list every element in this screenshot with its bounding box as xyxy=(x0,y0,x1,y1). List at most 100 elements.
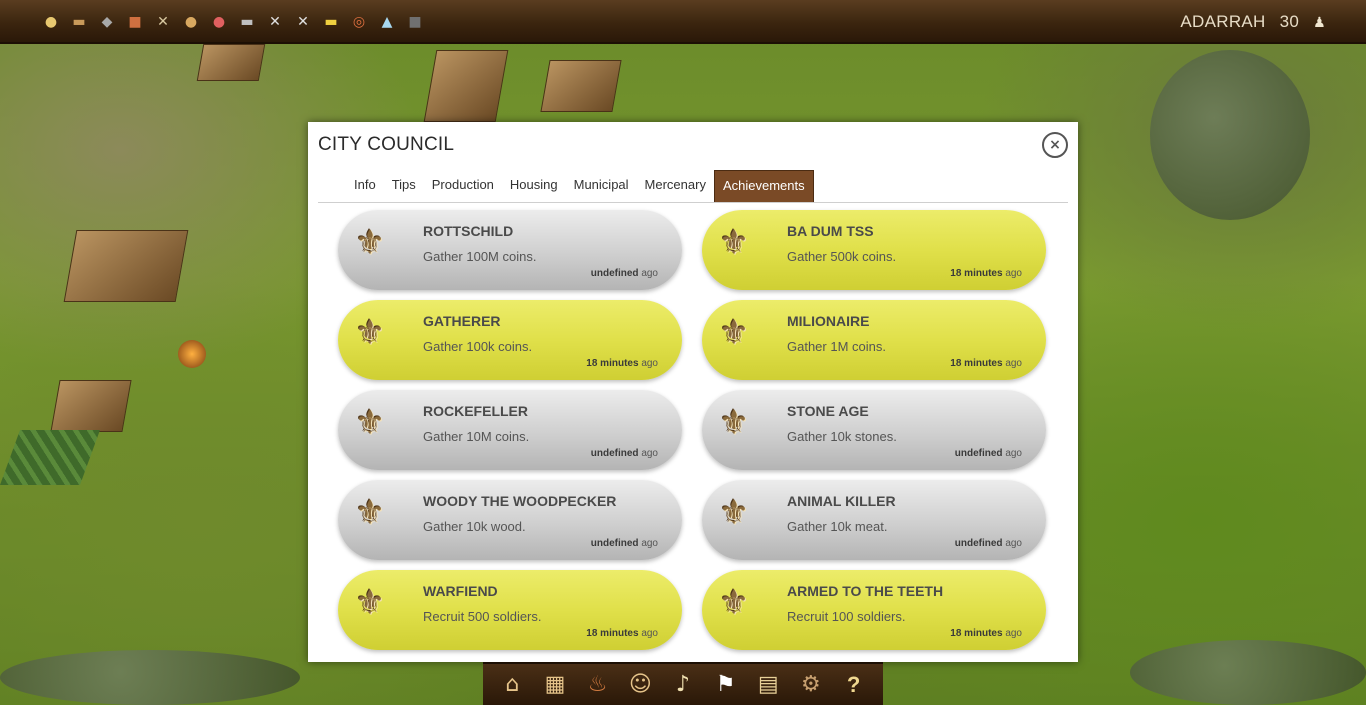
achievement-desc: Recruit 500 soldiers. xyxy=(423,609,542,624)
achievement-title: WARFIEND xyxy=(423,583,498,599)
crates-icon[interactable]: ▦ xyxy=(538,668,572,702)
achievement-time: 18 minutes ago xyxy=(950,628,1022,639)
fleur-de-lis-icon: ⚜ xyxy=(354,403,386,443)
resource-bar: ● ▬ ◆ ■ ✕ ● ● ▬ ✕ ✕ ▬ ◎ ▲ ■ xyxy=(40,11,426,33)
achievement-title: ARMED TO THE TEETH xyxy=(787,583,944,599)
achievement-card[interactable]: ⚜ GATHERER Gather 100k coins. 18 minutes… xyxy=(338,300,682,380)
bottom-toolbar: ⌂ ▦ ♨ ☺ ♪ ⚑ ▤ ⚙ ? xyxy=(483,662,883,705)
close-icon[interactable]: × xyxy=(1042,132,1068,158)
fleur-de-lis-icon: ⚜ xyxy=(718,313,750,353)
achievement-time: 18 minutes ago xyxy=(950,268,1022,279)
tab-housing[interactable]: Housing xyxy=(502,170,566,202)
top-bar: ● ▬ ◆ ■ ✕ ● ● ▬ ✕ ✕ ▬ ◎ ▲ ■ ADARRAH 30 ♟ xyxy=(0,0,1366,44)
tab-mercenary[interactable]: Mercenary xyxy=(637,170,714,202)
building xyxy=(50,380,132,432)
fleur-de-lis-icon: ⚜ xyxy=(354,583,386,623)
bread-icon[interactable]: ● xyxy=(180,11,202,33)
crop-field xyxy=(0,430,101,485)
achievement-card[interactable]: ⚜ ROCKEFELLER Gather 10M coins. undefine… xyxy=(338,390,682,470)
achievement-time: undefined ago xyxy=(590,268,658,279)
city-council-dialog: CITY COUNCIL × Info Tips Production Hous… xyxy=(308,122,1078,662)
fleur-de-lis-icon: ⚜ xyxy=(354,313,386,353)
gold-bar-icon[interactable]: ▬ xyxy=(320,11,342,33)
achievement-title: GATHERER xyxy=(423,313,501,329)
iron-bar-icon[interactable]: ▬ xyxy=(236,11,258,33)
swords-icon[interactable]: ✕ xyxy=(264,11,286,33)
coal-icon[interactable]: ■ xyxy=(404,11,426,33)
fleur-de-lis-icon: ⚜ xyxy=(354,223,386,263)
tab-municipal[interactable]: Municipal xyxy=(566,170,637,202)
achievement-time: undefined ago xyxy=(954,448,1022,459)
meat-icon[interactable]: ● xyxy=(208,11,230,33)
help-icon[interactable]: ? xyxy=(837,668,871,702)
tree-cluster xyxy=(1130,640,1366,705)
achievement-title: ROCKEFELLER xyxy=(423,403,528,419)
gold-coins-icon[interactable]: ● xyxy=(40,11,62,33)
building xyxy=(196,44,266,81)
achievement-title: ANIMAL KILLER xyxy=(787,493,896,509)
achievement-desc: Recruit 100 soldiers. xyxy=(787,609,906,624)
fleur-de-lis-icon: ⚜ xyxy=(718,493,750,533)
achievement-title: BA DUM TSS xyxy=(787,223,874,239)
achievement-card[interactable]: ⚜ ARMED TO THE TEETH Recruit 100 soldier… xyxy=(702,570,1046,650)
achievement-title: MILIONAIRE xyxy=(787,313,870,329)
wood-log-icon[interactable]: ▬ xyxy=(68,11,90,33)
achievements-grid: ⚜ ROTTSCHILD Gather 100M coins. undefine… xyxy=(338,210,1048,650)
player-avatar-icon[interactable]: ♟ xyxy=(1313,14,1326,32)
fleur-de-lis-icon: ⚜ xyxy=(718,583,750,623)
achievement-title: WOODY THE WOODPECKER xyxy=(423,493,617,509)
achievement-card[interactable]: ⚜ ROTTSCHILD Gather 100M coins. undefine… xyxy=(338,210,682,290)
achievement-card[interactable]: ⚜ BA DUM TSS Gather 500k coins. 18 minut… xyxy=(702,210,1046,290)
tree-cluster xyxy=(1150,50,1310,220)
tab-production[interactable]: Production xyxy=(424,170,502,202)
achievement-desc: Gather 10k meat. xyxy=(787,519,888,534)
water-icon[interactable]: ▲ xyxy=(376,11,398,33)
achievement-time: 18 minutes ago xyxy=(950,358,1022,369)
achievement-title: STONE AGE xyxy=(787,403,869,419)
citizens-icon[interactable]: ☺ xyxy=(623,668,657,702)
achievement-time: undefined ago xyxy=(590,448,658,459)
achievement-time: undefined ago xyxy=(954,538,1022,549)
tab-info[interactable]: Info xyxy=(346,170,384,202)
achievement-desc: Gather 10k wood. xyxy=(423,519,526,534)
achievement-card[interactable]: ⚜ ANIMAL KILLER Gather 10k meat. undefin… xyxy=(702,480,1046,560)
player-level: 30 xyxy=(1279,12,1300,31)
fleur-de-lis-icon: ⚜ xyxy=(718,403,750,443)
building xyxy=(423,50,509,122)
hammer-icon[interactable]: ✕ xyxy=(292,11,314,33)
building xyxy=(540,60,622,112)
player-name: ADARRAH xyxy=(1180,12,1266,31)
catapult-icon[interactable]: ⚙ xyxy=(794,668,828,702)
achievement-desc: Gather 10k stones. xyxy=(787,429,897,444)
rope-icon[interactable]: ◎ xyxy=(348,11,370,33)
achievement-card[interactable]: ⚜ WOODY THE WOODPECKER Gather 10k wood. … xyxy=(338,480,682,560)
fleur-de-lis-icon: ⚜ xyxy=(354,493,386,533)
achievement-card[interactable]: ⚜ WARFIEND Recruit 500 soldiers. 18 minu… xyxy=(338,570,682,650)
achievement-desc: Gather 500k coins. xyxy=(787,249,897,264)
tools-icon[interactable]: ✕ xyxy=(152,11,174,33)
achievement-time: 18 minutes ago xyxy=(586,358,658,369)
achievement-desc: Gather 100M coins. xyxy=(423,249,537,264)
forge-icon[interactable]: ♨ xyxy=(581,668,615,702)
player-info: ADARRAH 30 ♟ xyxy=(1180,12,1326,32)
clay-icon[interactable]: ■ xyxy=(124,11,146,33)
achievement-card[interactable]: ⚜ MILIONAIRE Gather 1M coins. 18 minutes… xyxy=(702,300,1046,380)
scrolls-icon[interactable]: ▤ xyxy=(751,668,785,702)
house-icon[interactable]: ⌂ xyxy=(495,668,529,702)
achievement-title: ROTTSCHILD xyxy=(423,223,514,239)
dialog-tabs: Info Tips Production Housing Municipal M… xyxy=(318,170,1068,203)
horn-icon[interactable]: ♪ xyxy=(666,668,700,702)
dialog-title: CITY COUNCIL xyxy=(318,134,455,155)
campfire xyxy=(178,340,206,368)
achievement-time: 18 minutes ago xyxy=(586,628,658,639)
achievement-card[interactable]: ⚜ STONE AGE Gather 10k stones. undefined… xyxy=(702,390,1046,470)
tab-achievements[interactable]: Achievements xyxy=(713,170,814,202)
achievement-time: undefined ago xyxy=(590,538,658,549)
tree-cluster xyxy=(0,650,300,705)
tab-tips[interactable]: Tips xyxy=(384,170,424,202)
achievement-desc: Gather 10M coins. xyxy=(423,429,530,444)
flag-icon[interactable]: ⚑ xyxy=(709,668,743,702)
stone-icon[interactable]: ◆ xyxy=(96,11,118,33)
building xyxy=(63,230,189,302)
achievement-desc: Gather 1M coins. xyxy=(787,339,886,354)
